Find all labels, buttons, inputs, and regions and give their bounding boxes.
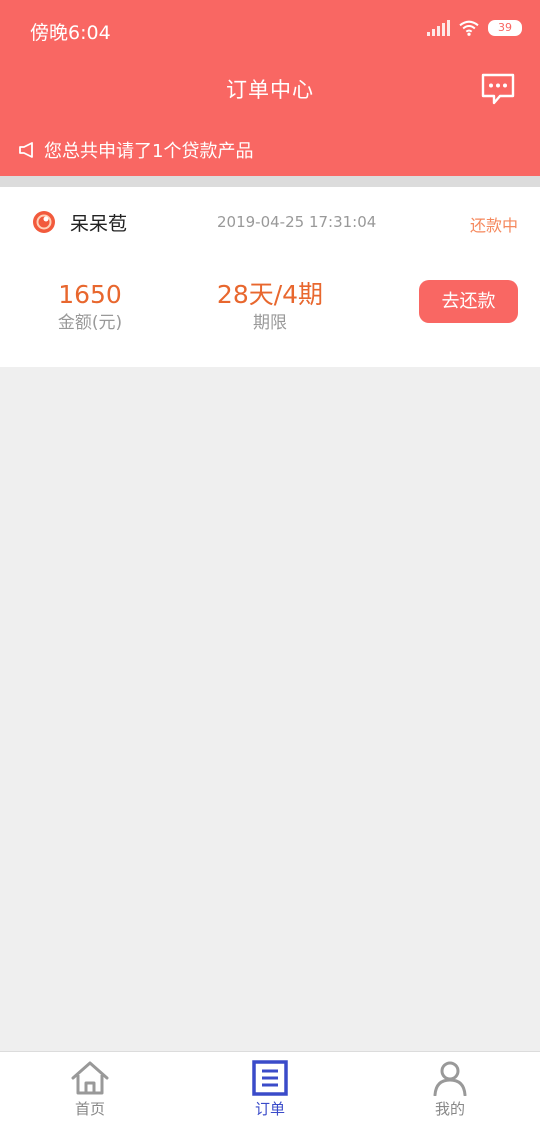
term-value: 28天/4期: [216, 280, 324, 309]
tab-home-label: 首页: [74, 1100, 105, 1118]
header-bar: 傍晚6:04 39 订单中心 您总共申请了1个贷款产品: [0, 0, 540, 176]
product-logo-icon: [33, 211, 55, 233]
amount-label: 金额(元): [57, 313, 123, 333]
page-title: 订单中心: [226, 78, 314, 102]
tab-orders-label: 订单: [254, 1100, 285, 1118]
order-icon: [252, 1060, 288, 1096]
profile-icon: [433, 1061, 467, 1096]
notice-bar: 您总共申请了1个贷款产品: [18, 137, 253, 163]
status-icons: 39: [427, 19, 522, 37]
wifi-icon: [459, 20, 479, 36]
bottom-tabbar: 首页 订单 我的: [0, 1051, 540, 1125]
battery-icon: 39: [488, 20, 522, 36]
status-time: 傍晚6:04: [30, 22, 111, 44]
order-status: 还款中: [469, 216, 518, 235]
tab-profile-label: 我的: [434, 1100, 465, 1118]
megaphone-icon: [19, 142, 33, 158]
term-block: 28天/4期 期限: [210, 279, 330, 335]
signal-icon: [427, 20, 450, 36]
repay-button[interactable]: 去还款: [419, 280, 518, 323]
tab-home[interactable]: 首页: [0, 1052, 180, 1125]
notice-text: 您总共申请了1个贷款产品: [44, 141, 254, 162]
order-card[interactable]: 呆呆苞 2019-04-25 17:31:04 还款中 1650 金额(元) 2…: [0, 187, 540, 367]
product-name: 呆呆苞: [70, 213, 128, 235]
order-date: 2019-04-25 17:31:04: [217, 213, 377, 231]
tab-orders[interactable]: 订单: [180, 1052, 360, 1125]
term-label: 期限: [253, 313, 287, 333]
home-icon: [71, 1061, 109, 1095]
message-icon[interactable]: [480, 72, 516, 106]
tab-profile[interactable]: 我的: [360, 1052, 540, 1125]
amount-value: 1650: [58, 280, 122, 309]
amount-block: 1650 金额(元): [40, 279, 140, 335]
divider: [0, 176, 540, 187]
